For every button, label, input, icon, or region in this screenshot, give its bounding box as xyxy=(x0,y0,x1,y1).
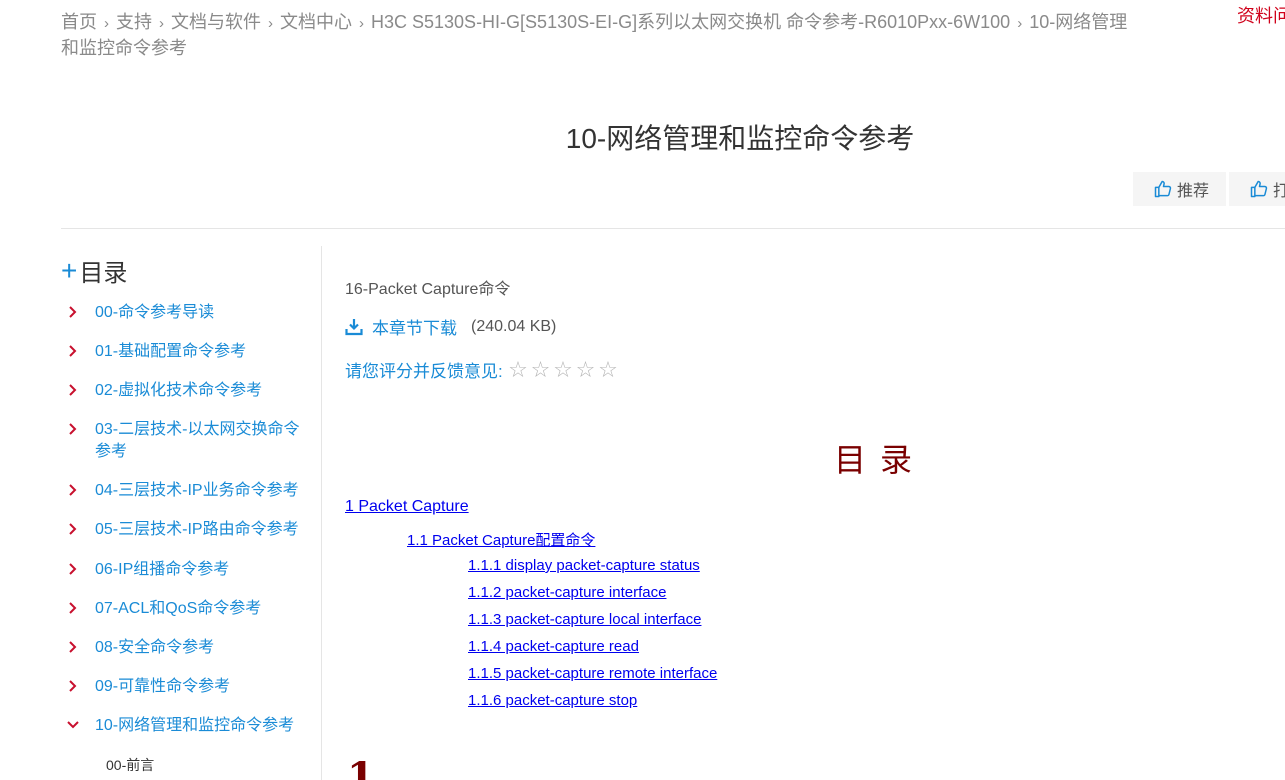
breadcrumb-doc-center[interactable]: 文档中心 xyxy=(280,12,352,32)
sidebar-item-09[interactable]: 09-可靠性命令参考 xyxy=(61,676,311,698)
toc-link-level3[interactable]: 1.1.5 packet-capture remote interface xyxy=(468,665,717,682)
thumbs-up-icon xyxy=(1250,180,1268,198)
chevron-right-icon[interactable] xyxy=(61,419,95,463)
corner-feedback-link[interactable]: 资料问 xyxy=(1237,2,1285,28)
breadcrumb: 首页 › 支持 › 文档与软件 › 文档中心 › H3C S5130S-HI-G[S5130S-… xyxy=(61,10,1136,61)
breadcrumb-home[interactable]: 首页 xyxy=(61,12,97,32)
chevron-right-icon[interactable] xyxy=(61,598,95,620)
download-size: (240.04 KB) xyxy=(471,317,557,335)
rating-stars: ☆ ☆ ☆ ☆ ☆ xyxy=(507,357,620,382)
sidebar-item-label: 00-命令参考导读 xyxy=(95,304,215,321)
download-label: 本章节下载 xyxy=(372,319,457,338)
sidebar-item-label: 04-三层技术-IP业务命令参考 xyxy=(95,482,299,499)
sidebar-divider xyxy=(321,246,322,780)
sidebar-item-06[interactable]: 06-IP组播命令参考 xyxy=(61,559,311,581)
header-divider xyxy=(61,228,1285,229)
breadcrumb-manual[interactable]: H3C S5130S-HI-G[S5130S-EI-G]系列以太网交换机 命令参… xyxy=(371,12,1010,32)
sidebar-item-label: 08-安全命令参考 xyxy=(95,639,215,656)
chevron-right-icon[interactable] xyxy=(61,559,95,581)
chevron-right-icon[interactable] xyxy=(61,341,95,363)
chevron-down-icon[interactable] xyxy=(61,715,95,737)
toc-link-level1[interactable]: 1 Packet Capture xyxy=(345,498,469,516)
toc-link-level2[interactable]: 1.1 Packet Capture配置命令 xyxy=(407,529,595,550)
sidebar-item-04[interactable]: 04-三层技术-IP业务命令参考 xyxy=(61,480,311,502)
breadcrumb-separator-icon: › xyxy=(359,15,364,32)
recommend-label: 推荐 xyxy=(1177,183,1210,200)
chevron-right-icon[interactable] xyxy=(61,676,95,698)
breadcrumb-separator-icon: › xyxy=(104,15,109,32)
print-button[interactable]: 打 xyxy=(1229,172,1285,206)
sidebar-toc-title: 目录 xyxy=(79,260,128,287)
toc-link-level3[interactable]: 1.1.1 display packet-capture status xyxy=(468,557,700,574)
sidebar-item-label: 03-二层技术-以太网交换命令参考 xyxy=(95,421,300,460)
star-icon[interactable]: ☆ xyxy=(529,357,552,382)
chevron-right-icon[interactable] xyxy=(61,519,95,541)
rating-label: 请您评分并反馈意见: xyxy=(345,362,503,381)
breadcrumb-separator-icon: › xyxy=(268,15,273,32)
chevron-right-icon[interactable] xyxy=(61,302,95,324)
sidebar-item-label: 06-IP组播命令参考 xyxy=(95,561,230,578)
sidebar-item-08[interactable]: 08-安全命令参考 xyxy=(61,637,311,659)
sidebar-item-label: 07-ACL和QoS命令参考 xyxy=(95,600,262,617)
chapter-heading-number: 1 xyxy=(347,754,375,780)
sidebar-subitem-preface[interactable]: 00-前言 xyxy=(106,755,154,775)
sidebar-item-01[interactable]: 01-基础配置命令参考 xyxy=(61,341,311,363)
sidebar-item-label: 09-可靠性命令参考 xyxy=(95,678,231,695)
sidebar-item-07[interactable]: 07-ACL和QoS命令参考 xyxy=(61,598,311,620)
chapter-download-link[interactable]: 本章节下载 (240.04 KB) xyxy=(345,314,556,339)
star-icon[interactable]: ☆ xyxy=(597,357,620,382)
thumbs-up-icon xyxy=(1154,180,1172,198)
sidebar-item-02[interactable]: 02-虚拟化技术命令参考 xyxy=(61,380,311,402)
breadcrumb-docs-software[interactable]: 文档与软件 xyxy=(171,12,261,32)
page-title: 10-网络管理和监控命令参考 xyxy=(565,123,915,154)
breadcrumb-separator-icon: › xyxy=(1017,15,1023,32)
document-toc-title: 目录 xyxy=(834,441,927,479)
rating-widget: 请您评分并反馈意见: ☆ ☆ ☆ ☆ ☆ xyxy=(345,357,619,382)
toc-link-level3[interactable]: 1.1.4 packet-capture read xyxy=(468,638,639,655)
sidebar-toc-header[interactable]: + 目录 xyxy=(61,253,127,288)
breadcrumb-separator-icon: › xyxy=(159,15,164,32)
print-label: 打 xyxy=(1273,183,1285,200)
star-icon[interactable]: ☆ xyxy=(507,357,530,382)
sidebar-item-label: 02-虚拟化技术命令参考 xyxy=(95,382,263,399)
sidebar-item-label: 05-三层技术-IP路由命令参考 xyxy=(95,521,299,538)
breadcrumb-support[interactable]: 支持 xyxy=(116,12,152,32)
sidebar-item-03[interactable]: 03-二层技术-以太网交换命令参考 xyxy=(61,419,311,463)
chevron-right-icon[interactable] xyxy=(61,480,95,502)
sidebar-item-10[interactable]: 10-网络管理和监控命令参考 xyxy=(61,715,311,737)
star-icon[interactable]: ☆ xyxy=(552,357,575,382)
chevron-right-icon[interactable] xyxy=(61,380,95,402)
sidebar-item-label: 10-网络管理和监控命令参考 xyxy=(95,717,295,734)
toc-link-level3[interactable]: 1.1.6 packet-capture stop xyxy=(468,692,637,709)
sidebar-item-label: 01-基础配置命令参考 xyxy=(95,343,247,360)
chapter-name: 16-Packet Capture命令 xyxy=(345,281,511,298)
sidebar-item-00[interactable]: 00-命令参考导读 xyxy=(61,302,311,324)
star-icon[interactable]: ☆ xyxy=(574,357,597,382)
sidebar-item-05[interactable]: 05-三层技术-IP路由命令参考 xyxy=(61,519,311,541)
toc-link-level3[interactable]: 1.1.3 packet-capture local interface xyxy=(468,611,701,628)
recommend-button[interactable]: 推荐 xyxy=(1133,172,1226,206)
download-icon xyxy=(345,318,363,335)
toc-link-level3[interactable]: 1.1.2 packet-capture interface xyxy=(468,584,666,601)
plus-icon: + xyxy=(61,254,78,286)
chevron-right-icon[interactable] xyxy=(61,637,95,659)
